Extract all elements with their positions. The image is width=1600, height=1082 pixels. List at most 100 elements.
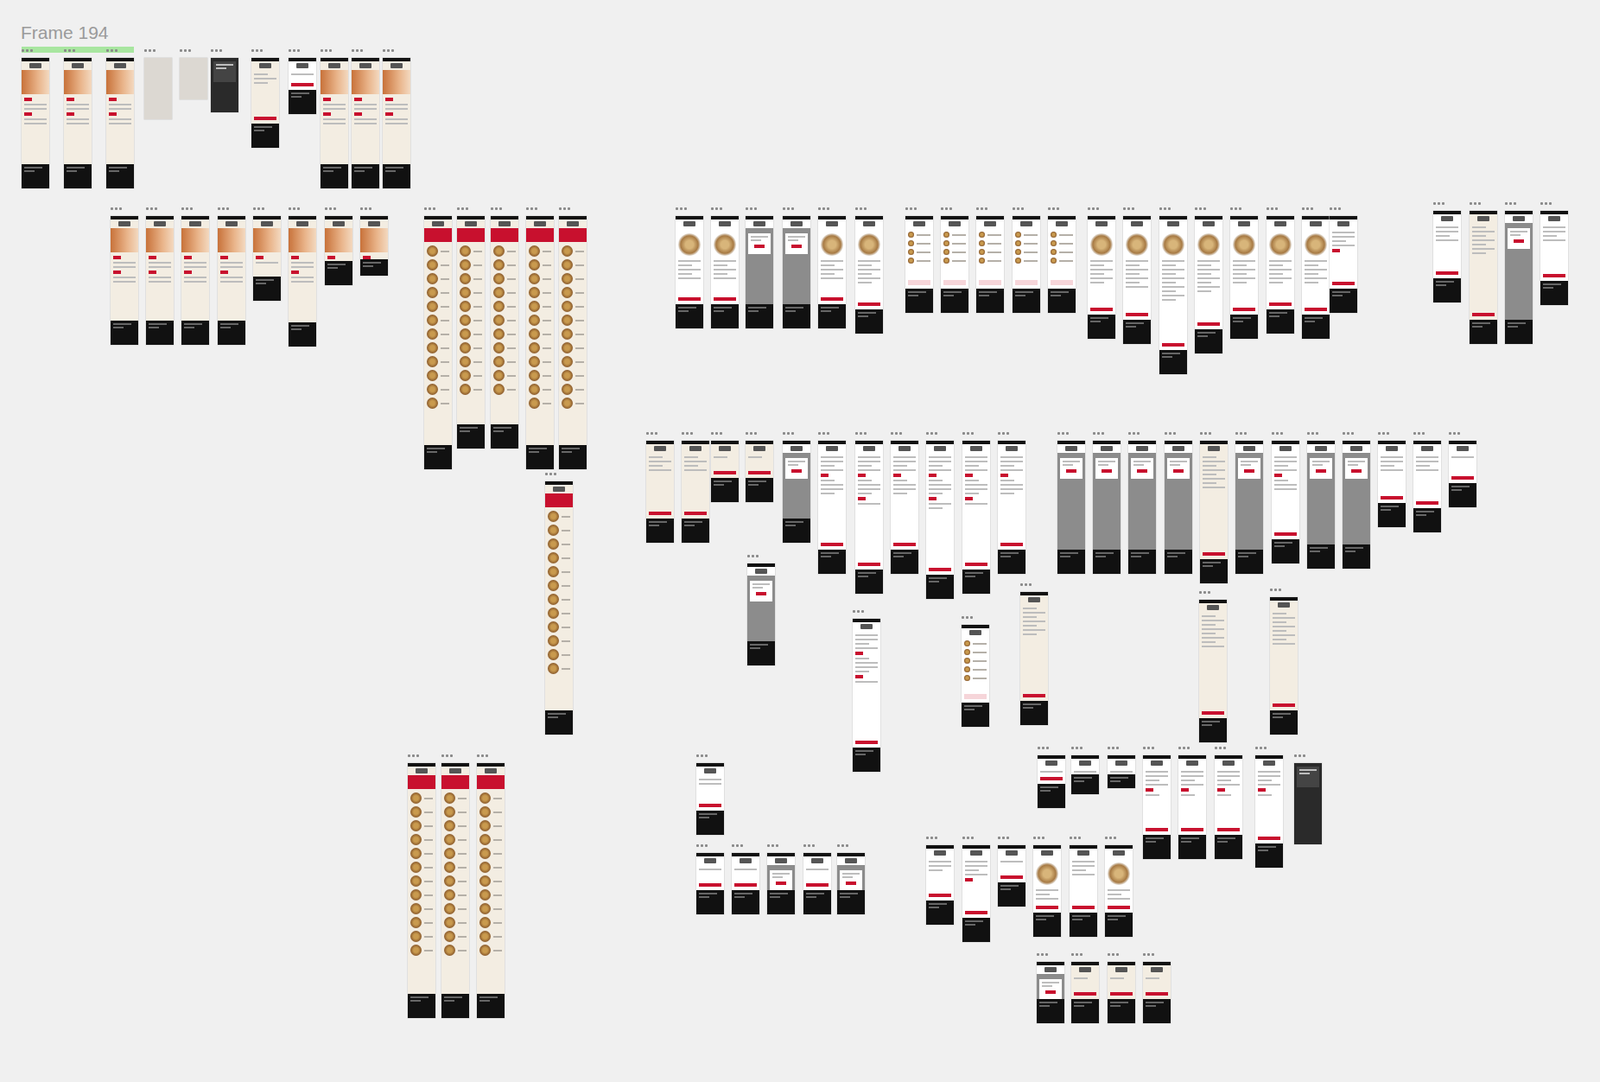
menu-item[interactable] (528, 355, 552, 368)
menu-item[interactable] (410, 819, 433, 832)
menu-item[interactable] (426, 328, 450, 340)
submit-button[interactable] (893, 542, 916, 547)
submit-button[interactable] (1040, 776, 1063, 781)
submit-button[interactable] (1380, 495, 1404, 500)
list-item[interactable] (978, 231, 1002, 238)
screen-frame[interactable] (1012, 215, 1041, 313)
screen-frame[interactable] (1037, 755, 1066, 808)
screen-frame[interactable] (852, 618, 881, 772)
screen-frame[interactable] (288, 215, 317, 347)
action-button[interactable] (1110, 991, 1133, 996)
menu-item[interactable] (528, 259, 552, 271)
screen-frame[interactable] (940, 215, 969, 313)
list-item[interactable] (1015, 240, 1038, 247)
action-button[interactable] (253, 116, 277, 121)
screen-frame[interactable] (962, 844, 991, 942)
screen-frame[interactable] (324, 215, 353, 286)
menu-item[interactable] (444, 902, 467, 915)
menu-item[interactable] (528, 300, 552, 312)
menu-item[interactable] (444, 861, 467, 873)
menu-item[interactable] (444, 875, 467, 887)
menu-item[interactable] (479, 833, 502, 845)
menu-item[interactable] (493, 300, 516, 312)
screen-frame[interactable] (1294, 762, 1322, 845)
screen-frame[interactable] (1329, 215, 1358, 313)
screen-frame[interactable] (731, 852, 760, 915)
submit-button[interactable] (698, 882, 722, 887)
submit-button[interactable] (1000, 542, 1023, 547)
menu-item[interactable] (561, 397, 585, 409)
menu-item[interactable] (479, 916, 502, 928)
menu-item[interactable] (528, 245, 552, 257)
menu-item[interactable] (459, 328, 483, 340)
menu-item[interactable] (493, 259, 516, 271)
screen-frame[interactable] (382, 57, 411, 189)
menu-item[interactable] (547, 579, 571, 591)
action-button[interactable] (1201, 711, 1225, 715)
submit-button[interactable] (1072, 905, 1095, 909)
menu-item[interactable] (459, 286, 483, 299)
menu-item[interactable] (426, 342, 450, 354)
screen-frame[interactable] (711, 440, 739, 502)
menu-item[interactable] (547, 634, 571, 647)
menu-item[interactable] (444, 806, 467, 818)
cart-button[interactable] (1090, 307, 1113, 312)
submit-button[interactable] (806, 882, 829, 887)
list-item[interactable] (1050, 248, 1074, 255)
submit-button[interactable] (1145, 827, 1169, 832)
list-item[interactable] (1015, 257, 1038, 264)
menu-item[interactable] (561, 314, 585, 326)
cart-button[interactable] (713, 297, 737, 301)
screen-frame[interactable] (976, 215, 1004, 313)
screen-frame[interactable] (962, 440, 991, 594)
menu-item[interactable] (459, 369, 483, 381)
menu-item[interactable] (547, 552, 571, 564)
screen-frame[interactable] (526, 215, 554, 470)
action-button[interactable] (1145, 991, 1169, 996)
submit-button[interactable] (1180, 827, 1204, 832)
menu-item[interactable] (459, 273, 483, 285)
screen-frame[interactable] (1142, 755, 1171, 859)
action-button[interactable] (1022, 693, 1046, 698)
list-item[interactable] (907, 240, 931, 247)
list-item[interactable] (907, 231, 931, 238)
screen-frame[interactable] (1047, 215, 1076, 313)
screen-frame[interactable] (890, 440, 919, 574)
menu-item[interactable] (426, 245, 450, 257)
screen-frame[interactable] (696, 852, 724, 915)
screen-frame[interactable] (1342, 440, 1371, 569)
screen-frame[interactable] (1087, 215, 1116, 339)
screen-frame[interactable] (1271, 440, 1300, 564)
modal-button[interactable] (791, 469, 802, 473)
menu-item[interactable] (426, 259, 450, 271)
screen-frame[interactable] (146, 215, 174, 345)
screen-frame[interactable] (818, 440, 846, 574)
menu-item[interactable] (479, 875, 502, 887)
menu-item[interactable] (528, 286, 552, 299)
menu-item[interactable] (528, 342, 552, 354)
menu-item[interactable] (410, 902, 433, 915)
menu-item[interactable] (528, 273, 552, 285)
screen-frame[interactable] (1194, 215, 1223, 354)
cart-button[interactable] (1197, 322, 1220, 326)
menu-item[interactable] (561, 355, 585, 368)
action-button[interactable] (1073, 991, 1097, 996)
list-item[interactable] (978, 240, 1002, 247)
menu-item[interactable] (561, 245, 585, 257)
screen-frame[interactable] (745, 215, 774, 329)
screen-frame[interactable] (1142, 961, 1171, 1023)
screen-frame[interactable] (1413, 440, 1442, 533)
menu-item[interactable] (426, 369, 450, 381)
menu-item[interactable] (459, 342, 483, 354)
screen-frame[interactable] (1057, 440, 1086, 574)
menu-item[interactable] (410, 930, 433, 942)
menu-item[interactable] (493, 342, 516, 354)
submit-button[interactable] (928, 567, 952, 572)
list-item[interactable] (1050, 240, 1074, 247)
screen-frame[interactable] (997, 844, 1026, 907)
screen-frame[interactable] (926, 844, 954, 925)
modal-button[interactable] (754, 244, 765, 248)
menu-item[interactable] (426, 397, 450, 409)
menu-item[interactable] (528, 397, 552, 409)
menu-item[interactable] (493, 355, 516, 368)
